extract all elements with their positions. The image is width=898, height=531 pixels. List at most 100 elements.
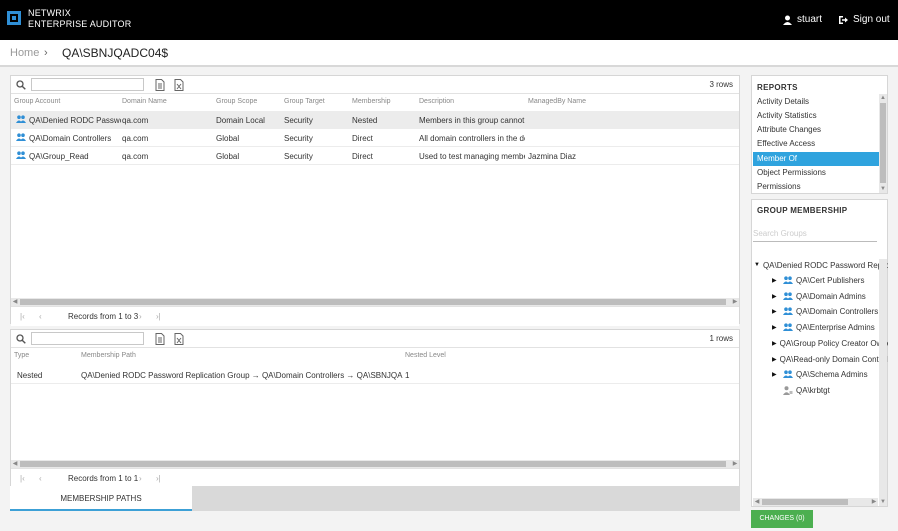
tree-node-root[interactable]: ▼ QA\Denied RODC Password Replication Gr… [754,259,888,271]
vertical-scrollbar[interactable]: ▼ [879,259,887,506]
tree-node[interactable]: ▶ QA\Group Policy Creator Owners [772,337,888,349]
column-header-membership[interactable]: Membership [352,98,391,105]
cell-domain-name: qa.com [122,116,149,125]
report-item-permissions[interactable]: Permissions [753,180,879,194]
table-row[interactable]: QA\Group_Read qa.com Global Security Dir… [11,147,739,165]
column-header-membership-path[interactable]: Membership Path [81,352,136,359]
changes-button[interactable]: CHANGES (0) [751,510,813,528]
next-page-icon[interactable]: › [139,474,142,483]
brand-name: NETWRIX ENTERPRISE AUDITOR [28,8,131,30]
brand-line-1: NETWRIX [28,8,71,18]
scroll-right-icon[interactable]: ▶ [870,498,878,506]
horizontal-scrollbar[interactable]: ◀ ▶ [753,498,878,506]
export-pdf-icon[interactable] [155,333,165,345]
group-membership-panel: GROUP MEMBERSHIP ▼ QA\Denied RODC Passwo… [751,199,888,507]
tree-node[interactable]: ▶ QA\Domain Admins [772,290,888,302]
export-pdf-icon[interactable] [155,79,165,91]
scroll-right-icon[interactable]: ▶ [731,460,739,468]
export-excel-icon[interactable] [174,333,184,345]
scrollbar-thumb[interactable] [762,499,848,505]
row-count: 1 rows [709,334,733,343]
cell-group-target: Security [284,116,313,125]
brand-line-2: ENTERPRISE AUDITOR [28,19,132,29]
horizontal-scrollbar[interactable]: ◀ ▶ [11,298,739,306]
column-header-type[interactable]: Type [14,352,29,359]
table-row[interactable]: Nested QA\Denied RODC Password Replicati… [11,366,739,384]
column-header-group-account[interactable]: Group Account [14,98,60,105]
column-header-nested-level[interactable]: Nested Level [405,352,446,359]
expand-icon[interactable]: ▶ [772,324,780,331]
expand-icon[interactable]: ▶ [772,340,777,347]
column-header-domain-name[interactable]: Domain Name [122,98,167,105]
report-item-activity-details[interactable]: Activity Details [753,95,879,109]
column-header-managedby-name[interactable]: ManagedBy Name [528,98,586,105]
scroll-up-icon[interactable]: ▲ [879,94,887,102]
expand-icon[interactable]: ▶ [772,293,780,300]
tree-node[interactable]: ▶ QA\Enterprise Admins [772,321,888,333]
cell-membership: Direct [352,152,373,161]
scrollbar-thumb[interactable] [880,103,886,183]
membership-paths-grid: 1 rows Type Membership Path Nested Level… [10,329,740,488]
grid-search-input[interactable] [31,332,144,345]
prev-page-icon[interactable]: ‹ [39,474,42,483]
scroll-left-icon[interactable]: ◀ [11,460,19,468]
export-excel-icon[interactable] [174,79,184,91]
user-menu[interactable]: stuart [783,14,822,25]
group-icon [783,369,793,378]
sign-out-button[interactable]: Sign out [838,14,890,25]
scroll-left-icon[interactable]: ◀ [11,298,19,306]
pager-text: Records from 1 to 1 [68,474,139,483]
group-membership-title: GROUP MEMBERSHIP [757,206,848,215]
last-page-icon[interactable]: ›| [156,474,161,483]
report-item-activity-statistics[interactable]: Activity Statistics [753,109,879,123]
grid-search-input[interactable] [31,78,144,91]
expand-icon[interactable]: ▶ [772,308,780,315]
scroll-left-icon[interactable]: ◀ [753,498,761,506]
reports-scrollbar[interactable]: ▲ ▼ [879,94,887,193]
breadcrumb-separator: › [44,47,48,59]
last-page-icon[interactable]: ›| [156,312,161,321]
scroll-right-icon[interactable]: ▶ [731,298,739,306]
tree-node[interactable]: ▶ QA\Domain Controllers [772,305,888,317]
cell-group-scope: Global [216,152,240,161]
column-header-description[interactable]: Description [419,98,454,105]
column-header-group-target[interactable]: Group Target [284,98,325,105]
group-icon [783,275,793,284]
column-header-group-scope[interactable]: Group Scope [216,98,257,105]
grid-toolbar: 3 rows [11,76,739,94]
tab-membership-paths[interactable]: MEMBERSHIP PATHS [10,486,192,511]
report-item-object-permissions[interactable]: Object Permissions [753,166,879,180]
cell-domain-name: qa.com [122,152,149,161]
tree-node[interactable]: ▶ QA\Read-only Domain Controllers [772,353,888,365]
expand-icon[interactable]: ▶ [772,371,780,378]
scrollbar-thumb[interactable] [20,461,726,467]
tree-node[interactable]: ▶ QA\Schema Admins [772,368,888,380]
grid-toolbar: 1 rows [11,330,739,348]
report-item-effective-access[interactable]: Effective Access [753,137,879,151]
prev-page-icon[interactable]: ‹ [39,312,42,321]
search-icon [16,80,26,90]
scroll-down-icon[interactable]: ▼ [879,185,887,193]
group-icon [16,151,26,159]
expand-icon[interactable]: ▶ [772,356,777,363]
first-page-icon[interactable]: |‹ [20,474,25,483]
sign-out-label: Sign out [853,14,890,25]
next-page-icon[interactable]: › [139,312,142,321]
breadcrumb-home-link[interactable]: Home [10,47,39,59]
table-row[interactable]: QA\Domain Controllers qa.com Global Secu… [11,129,739,147]
first-page-icon[interactable]: |‹ [20,312,25,321]
scroll-down-icon[interactable]: ▼ [879,498,887,506]
expand-icon[interactable]: ▶ [772,277,780,284]
tree-node-user[interactable]: QA\krbtgt [783,384,888,396]
horizontal-scrollbar[interactable]: ◀ ▶ [11,460,739,468]
tree-node[interactable]: ▶ QA\Cert Publishers [772,274,888,286]
table-row[interactable]: QA\Denied RODC Password Replication Grou… [11,111,739,129]
report-item-attribute-changes[interactable]: Attribute Changes [753,123,879,137]
collapse-icon[interactable]: ▼ [754,262,760,268]
bottom-tab-strip: MEMBERSHIP PATHS [10,486,740,511]
scrollbar-thumb[interactable] [20,299,726,305]
search-groups-input[interactable] [753,226,877,242]
report-item-member-of[interactable]: Member Of [753,152,879,166]
search-icon [16,334,26,344]
tree-node-label: QA\Domain Controllers [796,306,879,316]
